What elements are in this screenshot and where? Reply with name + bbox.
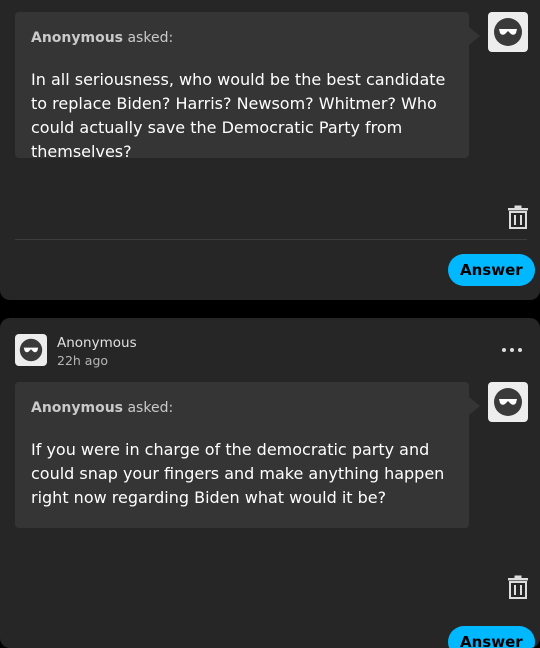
- poster-name[interactable]: Anonymous: [57, 335, 137, 351]
- more-options-button[interactable]: [500, 346, 524, 354]
- question-text: In all seriousness, who would be the bes…: [31, 70, 446, 161]
- asked-label: asked:: [123, 30, 174, 46]
- asked-line: Anonymous asked:: [31, 400, 173, 416]
- ask-post-card: Anonymous 22h ago Anonymous asked: If yo…: [0, 318, 540, 648]
- asker-name[interactable]: Anonymous: [31, 30, 123, 46]
- answer-button[interactable]: Answer: [448, 254, 535, 286]
- delete-button[interactable]: [507, 205, 529, 229]
- asked-line: Anonymous asked:: [31, 30, 173, 46]
- more-options-icon: [510, 348, 514, 352]
- anonymous-sunglasses-avatar-icon: [494, 18, 522, 46]
- question-bubble: Anonymous asked: In all seriousness, who…: [15, 12, 480, 161]
- asker-avatar[interactable]: [488, 12, 528, 52]
- asker-avatar[interactable]: [488, 382, 528, 422]
- divider: [15, 239, 527, 240]
- question-bubble: Anonymous asked: If you were in charge o…: [15, 382, 480, 528]
- asker-name[interactable]: Anonymous: [31, 400, 123, 416]
- more-options-icon: [518, 348, 522, 352]
- poster-avatar[interactable]: [15, 334, 47, 366]
- ask-post-card: Anonymous asked: In all seriousness, who…: [0, 0, 540, 300]
- asked-label: asked:: [123, 400, 174, 416]
- trash-icon: [508, 575, 528, 599]
- answer-button[interactable]: Answer: [448, 626, 535, 648]
- anonymous-sunglasses-avatar-icon: [19, 338, 43, 362]
- delete-button[interactable]: [507, 575, 529, 599]
- post-timestamp[interactable]: 22h ago: [57, 353, 108, 368]
- more-options-icon: [502, 348, 506, 352]
- question-text: If you were in charge of the democratic …: [31, 440, 445, 507]
- anonymous-sunglasses-avatar-icon: [494, 388, 522, 416]
- trash-icon: [508, 205, 528, 229]
